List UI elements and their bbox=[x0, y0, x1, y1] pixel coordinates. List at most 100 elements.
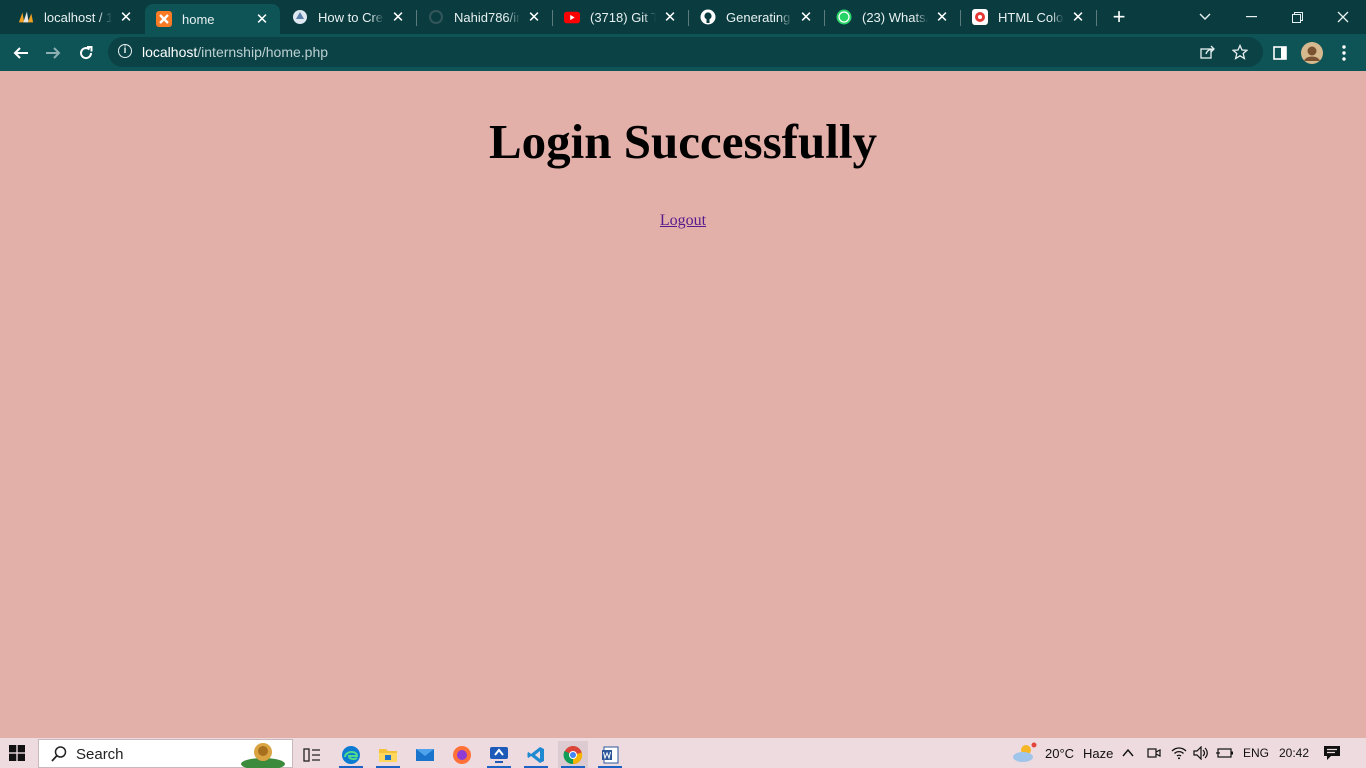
close-icon[interactable]: ✕ bbox=[390, 9, 406, 26]
wifi-icon bbox=[1171, 747, 1187, 760]
camera-icon bbox=[1147, 748, 1161, 758]
battery-button[interactable] bbox=[1216, 738, 1234, 768]
weather-widget[interactable]: 20°C Haze bbox=[1012, 738, 1113, 768]
side-panel-button[interactable] bbox=[1267, 40, 1293, 66]
taskbar-file-explorer[interactable] bbox=[373, 741, 403, 768]
show-hidden-icons-button[interactable] bbox=[1122, 738, 1134, 768]
tab-html-color-codes[interactable]: HTML Color Codes ✕ bbox=[961, 0, 1096, 34]
reload-icon bbox=[80, 46, 93, 60]
bookmark-star-icon[interactable] bbox=[1230, 42, 1250, 62]
taskbar-chrome[interactable] bbox=[558, 741, 588, 768]
address-url[interactable]: localhost/internship/home.php bbox=[142, 44, 328, 60]
windows-start-button[interactable] bbox=[9, 745, 25, 761]
minimize-button[interactable] bbox=[1228, 0, 1274, 34]
meet-now-button[interactable] bbox=[1147, 738, 1161, 768]
close-icon[interactable]: ✕ bbox=[118, 9, 134, 26]
profile-avatar[interactable] bbox=[1299, 40, 1325, 66]
tab-title: Nahid786/internship bbox=[454, 9, 520, 25]
minimize-icon bbox=[1245, 16, 1257, 18]
site-info-icon[interactable]: i bbox=[118, 44, 132, 58]
network-button[interactable] bbox=[1171, 738, 1187, 768]
task-view-button[interactable] bbox=[297, 741, 327, 768]
taskbar-word[interactable] bbox=[595, 741, 625, 768]
address-host: localhost bbox=[142, 44, 198, 60]
page-title: Login Successfully bbox=[489, 114, 877, 169]
taskbar: Search 20°C Haze ENG 20:42 bbox=[0, 738, 1366, 768]
tab-phpmyadmin[interactable]: localhost / 127.0.0.1 / internship ✕ bbox=[0, 0, 144, 34]
language-indicator[interactable]: ENG bbox=[1243, 738, 1269, 768]
tab-home[interactable]: home ✕ bbox=[145, 4, 280, 34]
menu-button[interactable] bbox=[1331, 40, 1357, 66]
arrow-left-icon bbox=[13, 47, 28, 59]
taskbar-mail[interactable] bbox=[410, 741, 440, 768]
mail-icon bbox=[416, 748, 434, 761]
logout-link[interactable]: Logout bbox=[0, 212, 1366, 230]
tab-title: home bbox=[182, 11, 215, 27]
weather-condition: Haze bbox=[1083, 745, 1114, 761]
close-window-button[interactable] bbox=[1320, 0, 1366, 34]
taskbar-remote-desktop[interactable] bbox=[484, 741, 514, 768]
github-loading-icon bbox=[428, 9, 444, 25]
phpmyadmin-icon bbox=[18, 9, 34, 25]
more-vert-icon bbox=[1342, 45, 1346, 61]
address-path: /internship/home.php bbox=[197, 44, 329, 60]
taskbar-firefox[interactable] bbox=[447, 741, 477, 768]
close-icon[interactable]: ✕ bbox=[798, 9, 814, 26]
tab-youtube[interactable]: (3718) Git Tutorial ✕ bbox=[553, 0, 688, 34]
volume-icon bbox=[1193, 746, 1208, 760]
close-icon[interactable]: ✕ bbox=[254, 11, 270, 28]
tab-strip: localhost / 127.0.0.1 / internship ✕ hom… bbox=[0, 0, 1366, 34]
youtube-icon bbox=[564, 9, 580, 25]
page-content: Login Successfully Logout bbox=[0, 71, 1366, 738]
notification-icon bbox=[1324, 746, 1340, 760]
clock[interactable]: 20:42 bbox=[1279, 738, 1309, 768]
weather-temp: 20°C bbox=[1045, 745, 1075, 761]
new-tab-button[interactable]: + bbox=[1108, 6, 1130, 28]
color-picker-icon bbox=[972, 9, 988, 25]
notifications-button[interactable] bbox=[1323, 738, 1341, 768]
xampp-icon bbox=[156, 11, 172, 27]
share-icon[interactable] bbox=[1198, 42, 1218, 62]
restore-button[interactable] bbox=[1274, 0, 1320, 34]
weather-haze-icon bbox=[1013, 742, 1037, 762]
close-icon[interactable]: ✕ bbox=[934, 9, 950, 26]
edge-icon bbox=[342, 745, 360, 764]
tab-title: HTML Color Codes bbox=[998, 9, 1064, 25]
tab-github-repo[interactable]: Nahid786/internship ✕ bbox=[417, 0, 552, 34]
tab-how-to-create[interactable]: How to Create ✕ bbox=[280, 0, 416, 34]
tab-title: Generating a bbox=[726, 9, 792, 25]
search-highlight-icon bbox=[241, 743, 285, 768]
tab-title: localhost / 127.0.0.1 / internship bbox=[44, 9, 112, 25]
file-explorer-icon bbox=[379, 748, 397, 762]
vscode-icon bbox=[527, 746, 544, 763]
tab-separator bbox=[1096, 10, 1097, 26]
taskbar-search[interactable]: Search bbox=[38, 739, 293, 768]
reload-button[interactable] bbox=[73, 40, 99, 66]
tab-search-button[interactable] bbox=[1182, 0, 1228, 34]
close-icon[interactable]: ✕ bbox=[526, 9, 542, 26]
browser-toolbar: i localhost/internship/home.php bbox=[0, 34, 1366, 71]
forward-button[interactable] bbox=[40, 40, 66, 66]
search-label: Search bbox=[76, 746, 124, 763]
side-panel-icon bbox=[1273, 46, 1287, 60]
tab-title: (23) WhatsApp bbox=[862, 9, 928, 25]
github-icon bbox=[700, 9, 716, 25]
tab-title: How to Create bbox=[318, 9, 384, 25]
word-icon bbox=[602, 746, 619, 763]
taskbar-edge[interactable] bbox=[336, 741, 366, 768]
close-icon bbox=[1337, 11, 1349, 23]
restore-icon bbox=[1291, 11, 1303, 23]
close-icon[interactable]: ✕ bbox=[662, 9, 678, 26]
back-button[interactable] bbox=[8, 40, 34, 66]
taskbar-vscode[interactable] bbox=[521, 741, 551, 768]
close-icon[interactable]: ✕ bbox=[1070, 9, 1086, 26]
chrome-icon bbox=[563, 745, 583, 764]
volume-button[interactable] bbox=[1193, 738, 1209, 768]
windows-logo-icon bbox=[9, 745, 25, 761]
tab-whatsapp[interactable]: (23) WhatsApp ✕ bbox=[825, 0, 960, 34]
chevron-down-icon bbox=[1199, 13, 1211, 20]
search-icon bbox=[51, 746, 67, 762]
tutorial-icon bbox=[292, 9, 308, 25]
tab-github-docs[interactable]: Generating a ✕ bbox=[689, 0, 824, 34]
address-bar[interactable]: i localhost/internship/home.php bbox=[108, 37, 1263, 67]
